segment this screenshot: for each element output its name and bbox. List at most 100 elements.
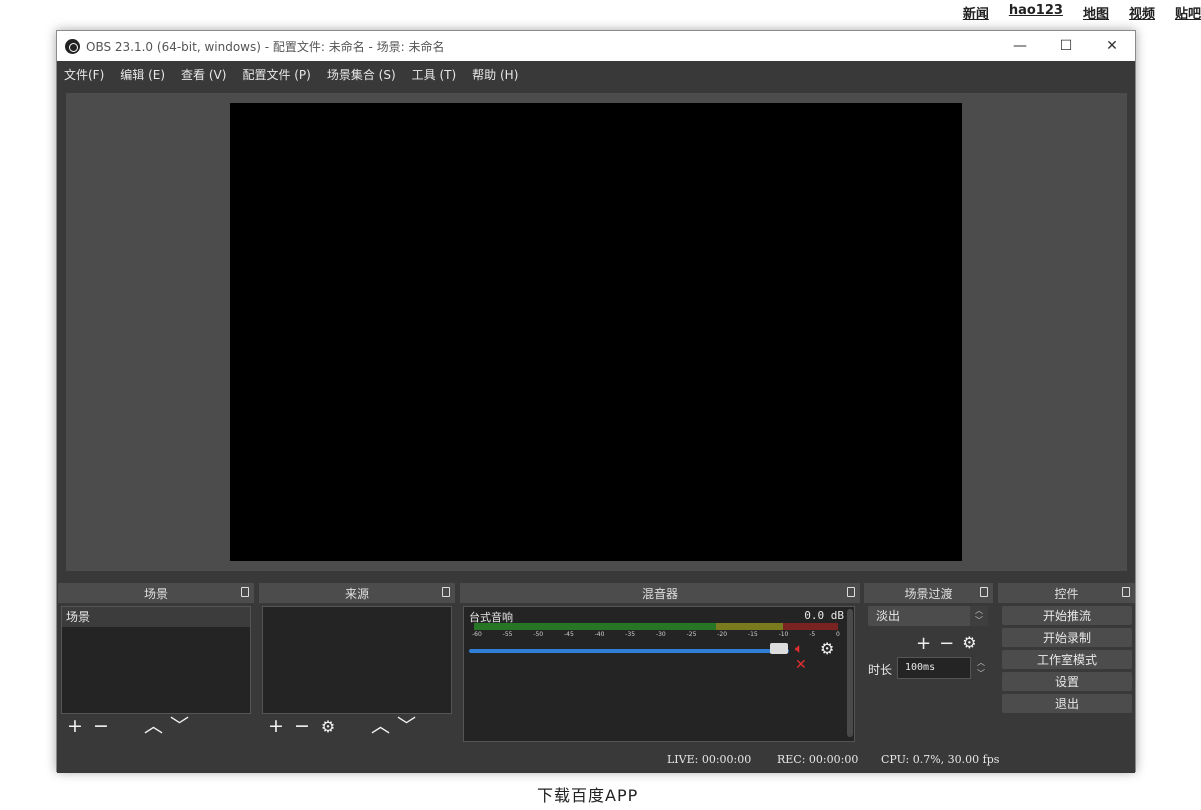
- menu-scene-collection[interactable]: 场景集合 (S): [327, 66, 396, 83]
- minimize-button[interactable]: —: [997, 31, 1043, 61]
- transition-selected: 淡出: [876, 609, 901, 623]
- add-scene-icon[interactable]: +: [66, 717, 84, 736]
- sources-dock-title: 来源: [344, 586, 369, 601]
- mixer-scrollbar[interactable]: [847, 609, 853, 737]
- mixer-channel: 台式音响 0.0 dB -60 -55 -50 -45 -40 -35 -30 …: [463, 606, 855, 742]
- volume-slider[interactable]: [469, 649, 789, 653]
- muted-speaker-icon[interactable]: 🔈︎✕: [795, 641, 813, 673]
- sources-dock-body: + − ⚙ ︿ ﹀: [259, 603, 455, 745]
- download-app-text[interactable]: 下载百度APP: [537, 782, 638, 806]
- menu-view[interactable]: 查看 (V): [181, 66, 226, 83]
- tick-label: -10: [778, 631, 789, 638]
- tick-label: -40: [594, 631, 605, 638]
- mixer-dock-header: 混音器: [460, 583, 860, 603]
- move-down-icon[interactable]: ﹀: [170, 717, 189, 736]
- remove-transition-icon[interactable]: −: [939, 633, 954, 654]
- link-video[interactable]: 视频: [1129, 3, 1155, 22]
- scenes-list[interactable]: 场景: [61, 606, 251, 714]
- move-up-icon[interactable]: ︿: [144, 717, 163, 736]
- mixer-dock-title: 混音器: [641, 586, 678, 601]
- tick-label: -45: [563, 631, 574, 638]
- cpu-fps: CPU: 0.7%, 30.00 fps: [881, 753, 1000, 766]
- menu-tools[interactable]: 工具 (T): [412, 66, 457, 83]
- link-news[interactable]: 新闻: [963, 3, 989, 22]
- tick-label: -50: [533, 631, 544, 638]
- window-controls: — ☐ ✕: [997, 31, 1135, 61]
- menu-edit[interactable]: 编辑 (E): [120, 66, 165, 83]
- add-source-icon[interactable]: +: [267, 717, 285, 736]
- title-bar[interactable]: OBS 23.1.0 (64-bit, windows) - 配置文件: 未命名…: [57, 31, 1135, 61]
- rec-timer: REC: 00:00:00: [777, 753, 859, 766]
- mixer-settings-icon[interactable]: ⚙: [820, 641, 834, 657]
- maximize-button[interactable]: ☐: [1043, 31, 1089, 61]
- menu-profile[interactable]: 配置文件 (P): [242, 66, 310, 83]
- scenes-dock: 场景 场景 + − ︿ ﹀: [58, 583, 254, 745]
- link-tieba[interactable]: 贴吧: [1175, 3, 1201, 22]
- transitions-dock-header: 场景过渡: [864, 583, 993, 603]
- status-bar: LIVE: 00:00:00 REC: 00:00:00 CPU: 0.7%, …: [57, 749, 1135, 773]
- transition-settings-icon[interactable]: ⚙: [962, 633, 976, 654]
- scenes-dock-title: 场景: [143, 586, 168, 601]
- volume-slider-handle[interactable]: [770, 643, 788, 654]
- select-arrows-icon: ︿ ﹀: [970, 606, 988, 626]
- undock-icon[interactable]: [241, 587, 249, 597]
- transition-select[interactable]: 淡出 ︿ ﹀: [868, 606, 988, 626]
- undock-icon[interactable]: [980, 587, 988, 597]
- add-transition-icon[interactable]: +: [916, 633, 931, 654]
- undock-icon[interactable]: [847, 587, 855, 597]
- remove-source-icon[interactable]: −: [293, 717, 311, 736]
- tick-label: -20: [717, 631, 728, 638]
- tick-label: -35: [625, 631, 636, 638]
- tick-label: -30: [655, 631, 666, 638]
- browser-top-links: 新闻 hao123 地图 视频 贴吧: [963, 3, 1201, 22]
- sources-toolbar: + − ⚙ ︿ ﹀: [267, 717, 416, 736]
- link-hao123[interactable]: hao123: [1009, 3, 1063, 22]
- move-up-icon[interactable]: ︿: [371, 717, 390, 736]
- start-recording-button[interactable]: 开始录制: [1002, 628, 1132, 647]
- source-settings-icon[interactable]: ⚙: [319, 718, 337, 735]
- channel-level: 0.0 dB: [804, 609, 844, 622]
- mixer-dock-body: 台式音响 0.0 dB -60 -55 -50 -45 -40 -35 -30 …: [460, 603, 860, 745]
- menu-bar: 文件(F) 编辑 (E) 查看 (V) 配置文件 (P) 场景集合 (S) 工具…: [57, 61, 1135, 87]
- sources-list[interactable]: [262, 606, 452, 714]
- volume-meter: [474, 623, 838, 630]
- transition-toolbar: + − ⚙: [916, 633, 977, 654]
- sources-dock-header: 来源: [259, 583, 455, 603]
- start-streaming-button[interactable]: 开始推流: [1002, 606, 1132, 625]
- tick-label: -25: [686, 631, 697, 638]
- duration-input[interactable]: 100ms: [897, 657, 971, 679]
- obs-logo-icon: [65, 38, 80, 54]
- transitions-dock-body: 淡出 ︿ ﹀ + − ⚙ 时长 100ms ︿ ﹀: [864, 603, 993, 745]
- transitions-dock: 场景过渡 淡出 ︿ ﹀ + − ⚙ 时长 100ms ︿ ﹀: [864, 583, 993, 745]
- controls-dock: 控件 开始推流 开始录制 工作室模式 设置 退出: [998, 583, 1135, 745]
- window-title: OBS 23.1.0 (64-bit, windows) - 配置文件: 未命名…: [86, 39, 445, 54]
- remove-scene-icon[interactable]: −: [92, 717, 110, 736]
- tick-label: -5: [809, 631, 816, 638]
- obs-window: OBS 23.1.0 (64-bit, windows) - 配置文件: 未命名…: [56, 30, 1136, 773]
- controls-dock-body: 开始推流 开始录制 工作室模式 设置 退出: [998, 603, 1135, 745]
- scene-item[interactable]: 场景: [62, 607, 250, 627]
- duration-label: 时长: [868, 663, 893, 677]
- menu-help[interactable]: 帮助 (H): [472, 66, 518, 83]
- tick-label: 0: [836, 631, 840, 638]
- link-map[interactable]: 地图: [1083, 3, 1109, 22]
- tick-label: -15: [747, 631, 758, 638]
- move-down-icon[interactable]: ﹀: [397, 717, 416, 736]
- scenes-toolbar: + − ︿ ﹀: [66, 717, 189, 736]
- mixer-dock: 混音器 台式音响 0.0 dB -60 -55 -50 -45 -40 -35 …: [460, 583, 860, 745]
- exit-button[interactable]: 退出: [1002, 694, 1132, 713]
- undock-icon[interactable]: [1122, 587, 1130, 597]
- menu-file[interactable]: 文件(F): [64, 66, 104, 83]
- preview-area: [66, 93, 1127, 571]
- studio-mode-button[interactable]: 工作室模式: [1002, 650, 1132, 669]
- duration-spin-icon[interactable]: ︿ ﹀: [974, 657, 988, 679]
- sources-dock: 来源 + − ⚙ ︿ ﹀: [259, 583, 455, 745]
- transitions-dock-title: 场景过渡: [904, 586, 953, 601]
- scenes-dock-header: 场景: [58, 583, 254, 603]
- controls-dock-title: 控件: [1054, 586, 1079, 601]
- preview-canvas[interactable]: [230, 103, 962, 561]
- meter-yellow-zone: [716, 623, 783, 630]
- undock-icon[interactable]: [442, 587, 450, 597]
- settings-button[interactable]: 设置: [1002, 672, 1132, 691]
- close-button[interactable]: ✕: [1089, 31, 1135, 61]
